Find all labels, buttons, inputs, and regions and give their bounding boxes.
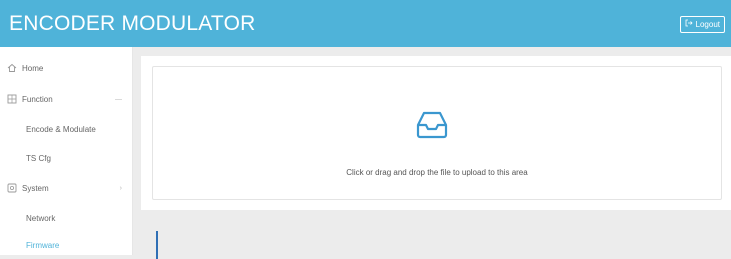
sidebar-item-label: System [22, 183, 49, 193]
sidebar-item-label: Encode & Modulate [26, 124, 96, 134]
upload-hint-text: Click or drag and drop the file to uploa… [346, 168, 528, 177]
sidebar-item-network[interactable]: Network [0, 204, 132, 232]
sidebar-item-home[interactable]: Home [0, 54, 132, 82]
sidebar-item-label: Home [22, 63, 44, 73]
chevron-right-icon: › [119, 184, 122, 192]
inbox-icon [416, 109, 448, 141]
sidebar-item-function[interactable]: Function — [0, 85, 132, 113]
sidebar-item-label: Function [22, 94, 53, 104]
grid-icon [7, 94, 17, 104]
logout-button[interactable]: Logout [679, 16, 725, 33]
logout-icon [685, 17, 693, 32]
logout-label: Logout [695, 20, 720, 29]
main-content: Click or drag and drop the file to uploa… [141, 56, 731, 210]
app-title: ENCODER MODULATOR [9, 12, 256, 35]
settings-icon [7, 183, 17, 193]
chevron-up-icon: — [115, 95, 122, 103]
home-icon [7, 63, 17, 73]
sidebar-item-ts-cfg[interactable]: TS Cfg [0, 144, 132, 172]
sidebar-item-label: TS Cfg [26, 153, 51, 163]
sidebar: Home Function — Encode & Modulate TS Cfg… [0, 47, 158, 259]
app-header: ENCODER MODULATOR Logout [0, 0, 731, 47]
upload-dropzone[interactable]: Click or drag and drop the file to uploa… [152, 66, 722, 200]
sidebar-item-label: Firmware [26, 240, 60, 250]
sidebar-item-encode-modulate[interactable]: Encode & Modulate [0, 115, 132, 143]
sidebar-item-label: Network [26, 213, 56, 223]
sidebar-item-system[interactable]: System › [0, 174, 132, 202]
